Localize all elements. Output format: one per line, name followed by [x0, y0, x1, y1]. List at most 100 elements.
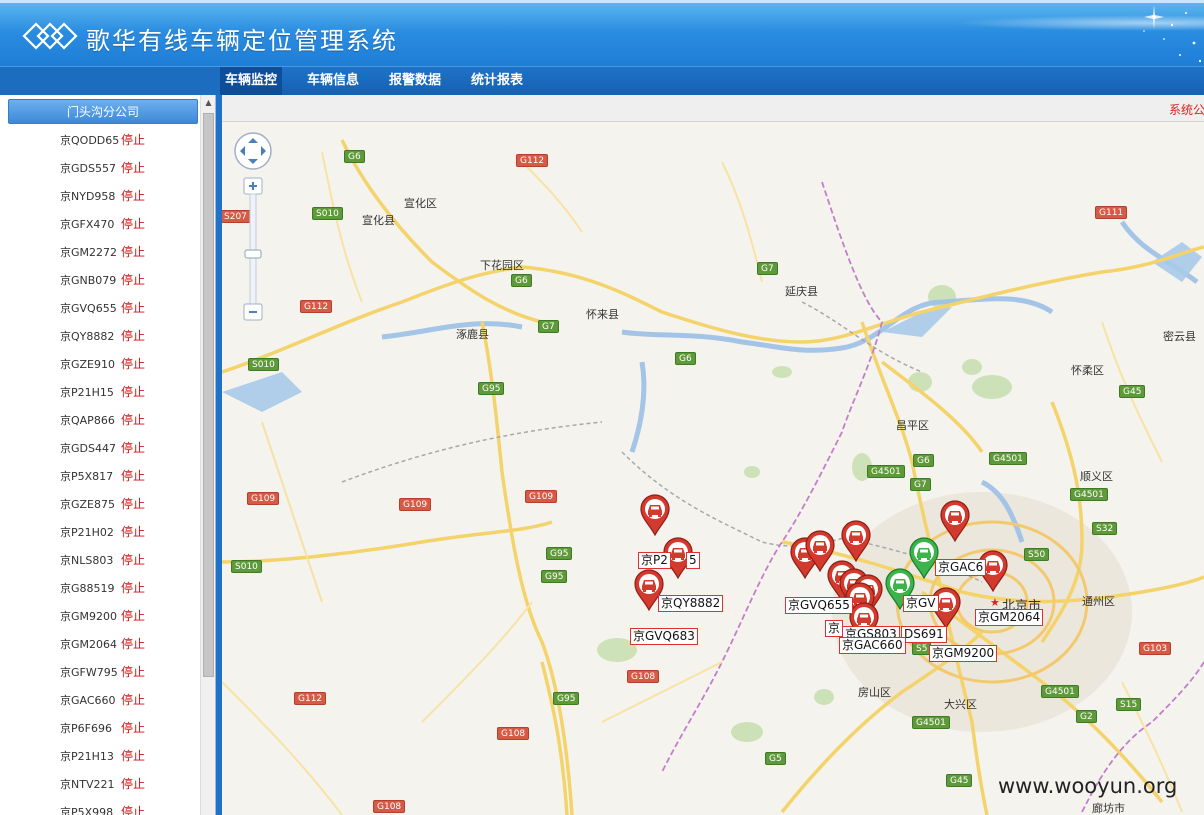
vehicle-list-item[interactable]: 京P5X998 停止	[0, 797, 200, 815]
vehicle-label[interactable]: 京GAC660	[839, 637, 906, 654]
vehicle-label[interactable]: 京GVQ655	[785, 597, 853, 614]
tab-statistics-report[interactable]: 统计报表	[464, 67, 530, 95]
vehicle-list-item[interactable]: 京GDS557 停止	[0, 153, 200, 181]
place-label: 宣化县	[362, 214, 395, 227]
vehicle-list-item[interactable]: 京QODD65 停止	[0, 125, 200, 153]
vehicle-plate[interactable]: 京GM2064	[60, 636, 117, 652]
road-shield: G4501	[1070, 488, 1108, 501]
vehicle-list-item[interactable]: 京GAC660 停止	[0, 685, 200, 713]
vehicle-list-item[interactable]: 京NLS803 停止	[0, 545, 200, 573]
tab-alarm-data[interactable]: 报警数据	[382, 67, 448, 95]
vehicle-list-item[interactable]: 京GM9200 停止	[0, 601, 200, 629]
vehicle-list-item[interactable]: 京GM2064 停止	[0, 629, 200, 657]
place-label: 密云县	[1163, 330, 1196, 343]
road-shield: G45	[946, 774, 973, 787]
place-label: 通州区	[1082, 595, 1115, 608]
tab-vehicle-info[interactable]: 车辆信息	[300, 67, 366, 95]
vehicle-list-item[interactable]: 京G88519 停止	[0, 573, 200, 601]
branch-group-header[interactable]: 门头沟分公司	[8, 99, 198, 124]
vehicle-list-item[interactable]: 京GM2272 停止	[0, 237, 200, 265]
vehicle-list-item[interactable]: 京GZE875 停止	[0, 489, 200, 517]
vehicle-list-item[interactable]: 京NYD958 停止	[0, 181, 200, 209]
vehicle-plate[interactable]: 京GDS447	[60, 440, 116, 456]
place-label: 大兴区	[944, 698, 977, 711]
vehicle-label[interactable]: 京	[825, 620, 844, 637]
vehicle-status: 停止	[121, 525, 146, 539]
vehicle-plate[interactable]: 京P21H13	[60, 748, 114, 764]
vehicle-label[interactable]: 京GM2064	[975, 609, 1044, 626]
road-shield: G109	[525, 490, 558, 503]
place-label: 昌平区	[896, 419, 929, 432]
vehicle-plate[interactable]: 京QODD65	[60, 132, 119, 148]
vehicle-list-item[interactable]: 京QAP866 停止	[0, 405, 200, 433]
vehicle-plate[interactable]: 京GFW795	[60, 664, 118, 680]
road-shield: G112	[516, 154, 549, 167]
vehicle-plate[interactable]: 京NLS803	[60, 552, 113, 568]
vehicle-list-item[interactable]: 京GFW795 停止	[0, 657, 200, 685]
vehicle-plate[interactable]: 京GM2272	[60, 244, 117, 260]
vehicle-label[interactable]: 京GVQ683	[630, 628, 698, 645]
zoom-slider-handle[interactable]	[244, 249, 262, 259]
vehicle-list-item[interactable]: 京NTV221 停止	[0, 769, 200, 797]
scroll-up-icon[interactable]: ▲	[201, 95, 215, 111]
vehicle-list-item[interactable]: 京GNB079 停止	[0, 265, 200, 293]
vehicle-status: 停止	[121, 413, 146, 427]
vehicle-list-item[interactable]: 京P21H13 停止	[0, 741, 200, 769]
vehicle-plate[interactable]: 京QAP866	[60, 412, 115, 428]
vehicle-status: 停止	[121, 721, 146, 735]
vehicle-status: 停止	[121, 637, 146, 651]
vehicle-label[interactable]: 京P2	[638, 552, 671, 569]
watermark-text: www.wooyun.org	[998, 774, 1178, 798]
pan-control[interactable]	[234, 132, 272, 170]
sidebar-scrollbar[interactable]: ▲	[200, 95, 215, 815]
stopped-vehicle-pin-icon[interactable]	[939, 500, 971, 542]
vehicle-plate[interactable]: 京GFX470	[60, 216, 114, 232]
vehicle-plate[interactable]: 京P6F696	[60, 720, 112, 736]
vehicle-plate[interactable]: 京GAC660	[60, 692, 116, 708]
vehicle-label[interactable]: DS691	[901, 626, 947, 643]
vehicle-plate[interactable]: 京GDS557	[60, 160, 116, 176]
vehicle-label[interactable]: 京GM9200	[929, 645, 998, 662]
app-header: 歌华有线车辆定位管理系统	[0, 0, 1204, 66]
vehicle-list-item[interactable]: 京P21H15 停止	[0, 377, 200, 405]
vehicle-status: 停止	[121, 581, 146, 595]
vehicle-plate[interactable]: 京G88519	[60, 580, 115, 596]
map-view[interactable]: 宣化区 宣化县 下花园区 怀来县 延庆县 涿鹿县 昌平区 怀柔区 密云县 顺义区…	[222, 122, 1204, 815]
vehicle-plate[interactable]: 京P5X998	[60, 804, 113, 815]
vehicle-list-item[interactable]: 京GFX470 停止	[0, 209, 200, 237]
vehicle-plate[interactable]: 京GVQ655	[60, 300, 117, 316]
vehicle-label[interactable]: 京QY8882	[658, 595, 724, 612]
scroll-thumb[interactable]	[203, 113, 214, 677]
vehicle-status: 停止	[121, 273, 146, 287]
vehicle-list-item[interactable]: 京GZE910 停止	[0, 349, 200, 377]
vehicle-plate[interactable]: 京P21H15	[60, 384, 114, 400]
road-shield: G4501	[989, 452, 1027, 465]
vehicle-plate[interactable]: 京NTV221	[60, 776, 114, 792]
vehicle-plate[interactable]: 京QY8882	[60, 328, 114, 344]
tab-vehicle-monitor[interactable]: 车辆监控	[220, 67, 282, 95]
vehicle-plate[interactable]: 京P21H02	[60, 524, 114, 540]
vehicle-list-item[interactable]: 京P21H02 停止	[0, 517, 200, 545]
vehicle-plate[interactable]: 京P5X817	[60, 468, 113, 484]
vehicle-label[interactable]: 京GV	[903, 595, 939, 612]
vehicle-list-item[interactable]: 京P5X817 停止	[0, 461, 200, 489]
vehicle-plate[interactable]: 京GZE910	[60, 356, 115, 372]
road-shield: G2	[1076, 710, 1097, 723]
vehicle-plate[interactable]: 京GZE875	[60, 496, 115, 512]
vehicle-list-item[interactable]: 京QY8882 停止	[0, 321, 200, 349]
vehicle-label[interactable]: 5	[686, 552, 700, 569]
vehicle-plate[interactable]: 京GM9200	[60, 608, 117, 624]
road-shield: S010	[231, 560, 262, 573]
vehicle-plate[interactable]: 京GNB079	[60, 272, 116, 288]
vehicle-label[interactable]: 京GAC6	[935, 559, 987, 576]
main-nav: 车辆监控 车辆信息 报警数据 统计报表	[0, 66, 1204, 95]
stopped-vehicle-pin-icon[interactable]	[840, 520, 872, 562]
road-shield: G111	[1095, 206, 1128, 219]
vehicle-list-item[interactable]: 京GDS447 停止	[0, 433, 200, 461]
vehicle-plate[interactable]: 京NYD958	[60, 188, 115, 204]
vehicle-list-item[interactable]: 京P6F696 停止	[0, 713, 200, 741]
vehicle-list-item[interactable]: 京GVQ655 停止	[0, 293, 200, 321]
road-shield: G109	[247, 492, 280, 505]
stopped-vehicle-pin-icon[interactable]	[639, 494, 671, 536]
road-shield: G95	[478, 382, 505, 395]
